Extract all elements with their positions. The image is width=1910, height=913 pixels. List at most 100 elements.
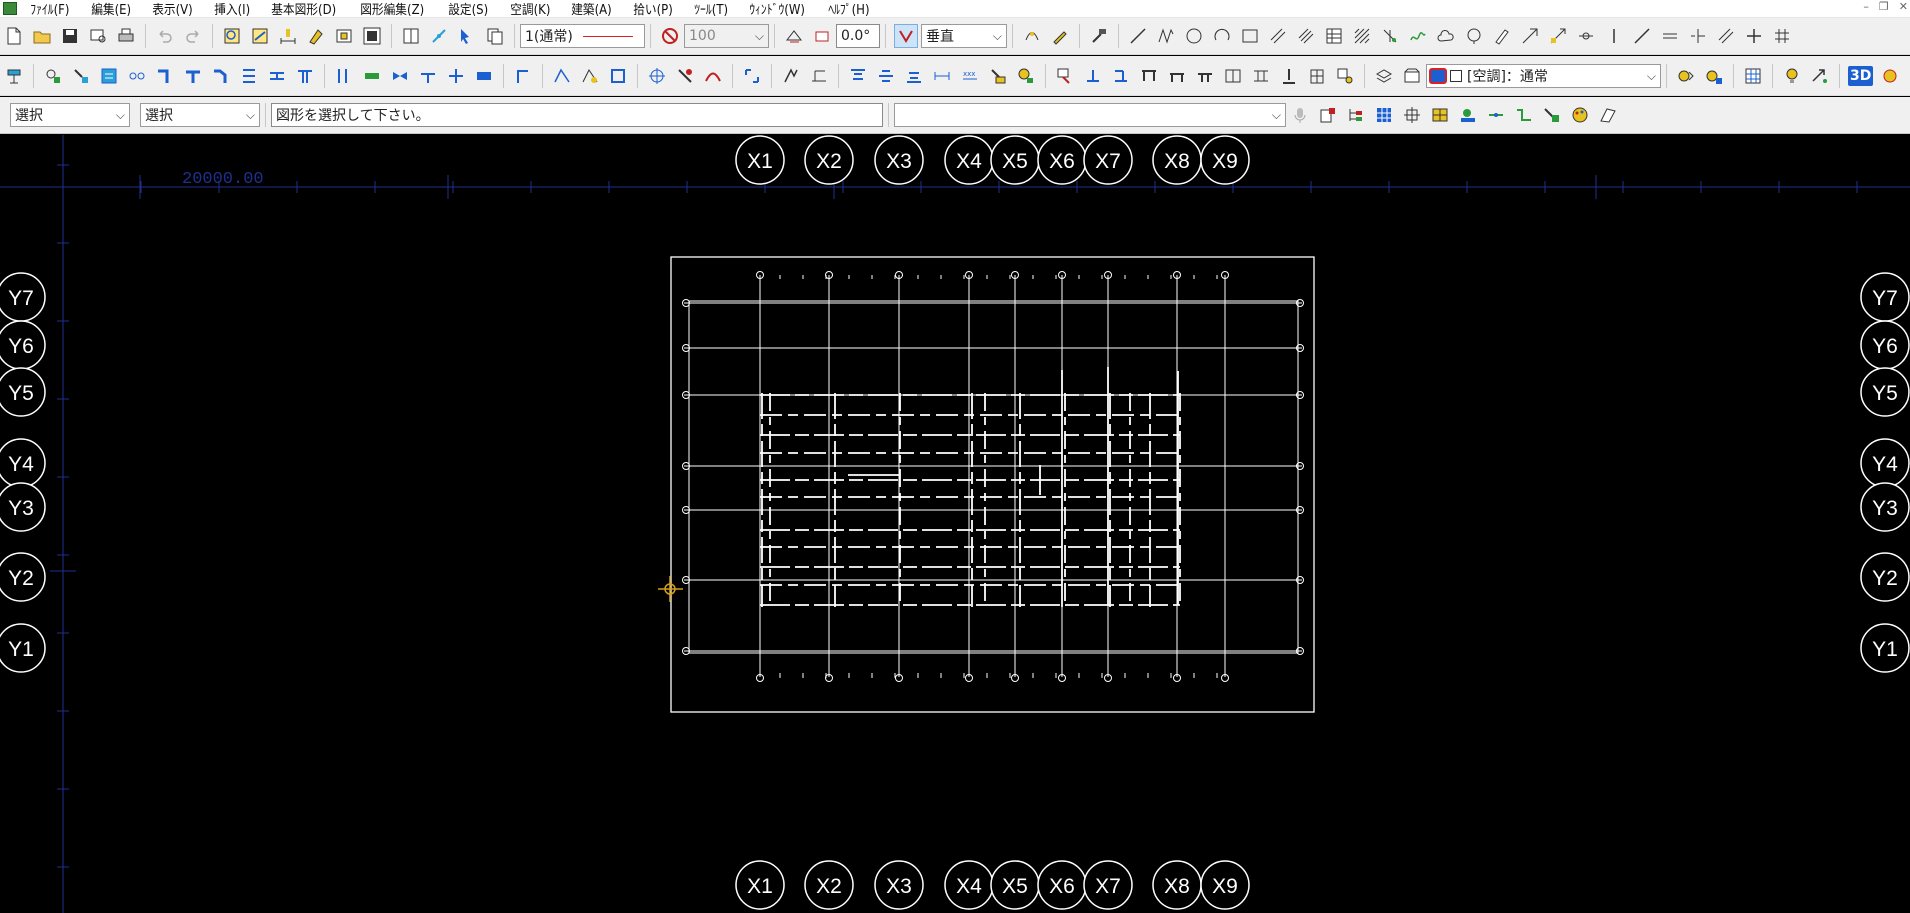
column-icon[interactable] [1138, 65, 1160, 87]
level-dim-icon[interactable] [1110, 65, 1132, 87]
layer-icon[interactable] [333, 25, 355, 47]
level-mark-icon[interactable] [1082, 65, 1104, 87]
pipe-cross-icon[interactable] [445, 65, 467, 87]
duct-cap-icon[interactable] [294, 65, 316, 87]
script-icon[interactable] [1597, 104, 1619, 126]
balloon-icon[interactable] [1463, 25, 1485, 47]
grid-settings-icon[interactable] [1742, 65, 1764, 87]
grid-icon[interactable] [1771, 25, 1793, 47]
wall-icon[interactable] [1278, 65, 1300, 87]
drawing-canvas[interactable]: 20000.00 X1 X1 X2 X2 X3 X3 X4 X4 X5 X5 X6 X6 X7 X7 X8 X… [0, 135, 1910, 913]
menu-architecture[interactable]: 建築(A) [564, 0, 620, 18]
link-icon[interactable] [1485, 104, 1507, 126]
menu-takeoff[interactable]: 拾い(P) [626, 0, 681, 18]
mode-combo-1[interactable]: 選択 ⌵ [10, 103, 130, 127]
offset-icon[interactable] [1267, 25, 1289, 47]
sleeve-icon[interactable] [1250, 65, 1272, 87]
parallel-lines-icon[interactable] [1295, 25, 1317, 47]
target-icon[interactable] [646, 65, 668, 87]
fit-view-icon[interactable] [361, 25, 383, 47]
diffuser-icon[interactable] [42, 65, 64, 87]
undo-icon[interactable] [154, 25, 176, 47]
tag-balloon-icon[interactable] [1015, 65, 1037, 87]
grid-snap-icon[interactable] [1373, 104, 1395, 126]
no-line-icon[interactable] [659, 25, 681, 47]
duct-offset-icon[interactable] [238, 65, 260, 87]
menu-file[interactable]: ﾌｧｲﾙ(F) [23, 0, 78, 18]
circle-icon[interactable] [1183, 25, 1205, 47]
layer-manager-icon[interactable] [1401, 65, 1423, 87]
print-icon[interactable] [115, 25, 137, 47]
table-icon[interactable] [1323, 25, 1345, 47]
select-object-icon[interactable] [456, 25, 478, 47]
branch-icon[interactable] [1687, 25, 1709, 47]
duct-branch-icon[interactable] [266, 65, 288, 87]
opening-icon[interactable] [1222, 65, 1244, 87]
align-middle-icon[interactable] [875, 65, 897, 87]
beam-section-icon[interactable] [1194, 65, 1216, 87]
minimize-icon[interactable]: – [1863, 0, 1869, 13]
multi-line-icon[interactable] [1715, 25, 1737, 47]
leader-icon[interactable] [1519, 25, 1541, 47]
merge-icon[interactable] [1513, 104, 1535, 126]
pipe-fitting-icon[interactable] [361, 65, 383, 87]
floor-plan[interactable] [670, 256, 1315, 713]
tree-view-icon[interactable] [1345, 104, 1367, 126]
layer-on-icon[interactable] [1675, 65, 1697, 87]
menu-tools[interactable]: ﾂｰﾙ(T) [687, 0, 736, 18]
auto-route-icon[interactable] [579, 65, 601, 87]
cad-drawing[interactable]: 20000.00 X1X1X2X2X3X3X4X4X5X5X6X6X7X7X8X… [0, 135, 1910, 913]
riser-icon[interactable] [512, 65, 534, 87]
duct-tee-icon[interactable] [182, 65, 204, 87]
menu-shape-edit[interactable]: 図形編集(Z) [353, 0, 432, 18]
direction-icon[interactable] [894, 24, 918, 48]
menu-help[interactable]: ﾍﾙﾌﾟ(H) [821, 0, 878, 18]
object-info-icon[interactable] [1317, 104, 1339, 126]
dim-text-icon[interactable]: xxx [959, 65, 981, 87]
elevation-icon[interactable] [674, 65, 696, 87]
duct-joint-icon[interactable] [126, 65, 148, 87]
hatch-icon[interactable] [1351, 25, 1373, 47]
direction-combo[interactable]: 垂直 ⌵ [921, 24, 1007, 48]
align-top-icon[interactable] [847, 65, 869, 87]
layer-stack-icon[interactable] [1373, 65, 1395, 87]
split-window-icon[interactable] [400, 25, 422, 47]
property-icon[interactable] [305, 25, 327, 47]
layer-off-icon[interactable] [1703, 65, 1725, 87]
cloud-icon[interactable] [1435, 25, 1457, 47]
arrow-route-icon[interactable] [1809, 65, 1831, 87]
rectangle-icon[interactable] [1239, 25, 1261, 47]
palette-icon[interactable] [1569, 104, 1591, 126]
tag-icon[interactable] [987, 65, 1009, 87]
light-icon[interactable] [1781, 65, 1803, 87]
polyline-icon[interactable] [1155, 25, 1177, 47]
close-icon[interactable]: ✕ [1899, 0, 1908, 13]
duct-elbow-icon[interactable] [154, 65, 176, 87]
trace-icon[interactable] [1021, 25, 1043, 47]
pen-icon[interactable] [1049, 25, 1071, 47]
register-icon[interactable] [98, 65, 120, 87]
microphone-icon[interactable] [1289, 104, 1311, 126]
route-check-icon[interactable] [1541, 104, 1563, 126]
command-combo[interactable]: ⌵ [894, 103, 1286, 127]
align-bottom-icon[interactable] [903, 65, 925, 87]
copy-icon[interactable] [484, 25, 506, 47]
angle-erase-icon[interactable] [783, 25, 805, 47]
fan-unit-icon[interactable] [3, 65, 25, 87]
door-icon[interactable] [1306, 65, 1328, 87]
open-folder-icon[interactable] [31, 25, 53, 47]
arc-icon[interactable] [1211, 25, 1233, 47]
double-line-icon[interactable] [1659, 25, 1681, 47]
route-icon[interactable] [551, 65, 573, 87]
diagonal-line-icon[interactable] [1631, 25, 1653, 47]
menu-hvac[interactable]: 空調(K) [503, 0, 559, 18]
crosshair-icon[interactable] [1401, 104, 1423, 126]
line-icon[interactable] [1127, 25, 1149, 47]
zoom-window-icon[interactable] [221, 25, 243, 47]
symbol-icon[interactable] [1379, 25, 1401, 47]
damper-icon[interactable] [70, 65, 92, 87]
connect-icon[interactable] [607, 65, 629, 87]
menu-edit[interactable]: 編集(E) [84, 0, 139, 18]
menu-insert[interactable]: 挿入(I) [207, 0, 258, 18]
fillet-icon[interactable] [1575, 25, 1597, 47]
